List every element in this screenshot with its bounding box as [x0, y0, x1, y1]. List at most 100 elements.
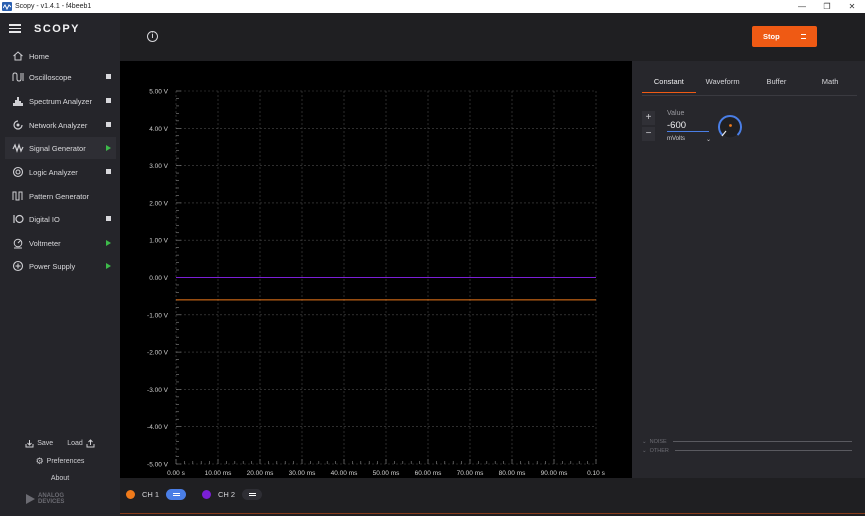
- tab-waveform[interactable]: Waveform: [696, 73, 750, 95]
- channel-2-toggle[interactable]: CH 2: [202, 489, 263, 500]
- save-button[interactable]: Save: [25, 439, 53, 448]
- waveform-tabs: Constant Waveform Buffer Math: [642, 73, 857, 95]
- unit-select[interactable]: mVolts ⌄: [667, 136, 711, 143]
- x-tick-label: 40.00 ms: [331, 470, 358, 477]
- network-icon: [11, 118, 25, 132]
- other-section-toggle[interactable]: ⌄ OTHER: [642, 446, 852, 455]
- oscilloscope-icon: [11, 70, 25, 84]
- save-icon: [25, 440, 34, 448]
- y-tick-label: 5.00 V: [149, 89, 168, 96]
- y-tick-label: 2.00 V: [149, 200, 168, 207]
- sidebar-item-label: Logic Analyzer: [29, 167, 78, 177]
- x-tick-label: 70.00 ms: [457, 470, 484, 477]
- x-tick-label: 90.00 ms: [541, 470, 568, 477]
- run-stop-button[interactable]: Stop: [752, 26, 817, 47]
- sidebar-item-label: Oscilloscope: [29, 72, 72, 82]
- sidebar-item-spectrum-analyzer[interactable]: Spectrum Analyzer: [5, 90, 116, 112]
- sidebar-item-label: Home: [29, 51, 50, 61]
- tab-math[interactable]: Math: [803, 73, 857, 95]
- voltmeter-icon: [11, 236, 25, 250]
- sidebar-item-network-analyzer[interactable]: Network Analyzer: [5, 114, 116, 136]
- x-tick-label: 30.00 ms: [289, 470, 316, 477]
- chevron-down-icon: ⌄: [642, 438, 647, 445]
- logic-icon: [11, 165, 25, 179]
- hamburger-menu-icon[interactable]: [9, 24, 21, 33]
- chevron-down-icon: ⌄: [642, 447, 647, 454]
- y-tick-label: 0.00 V: [149, 275, 168, 282]
- tool-toolbar: i Stop: [120, 13, 865, 61]
- x-tick-label: 0.00 s: [167, 470, 185, 477]
- tool-stopped-indicator: [106, 98, 111, 103]
- channel-2-color-dot: [202, 490, 211, 499]
- channel-1-menu-icon[interactable]: [166, 489, 187, 500]
- load-button[interactable]: Load: [67, 439, 95, 448]
- x-tick-label: 20.00 ms: [247, 470, 274, 477]
- tool-running-indicator: [106, 145, 111, 151]
- sidebar-item-logic-analyzer[interactable]: Logic Analyzer: [5, 161, 116, 183]
- analog-devices-logo: ANALOG DEVICES: [26, 493, 64, 505]
- sidebar-item-pattern-generator[interactable]: Pattern Generator: [5, 185, 116, 207]
- noise-section-toggle[interactable]: ⌄ NOISE: [642, 437, 852, 446]
- x-tick-label: 0.10 s: [587, 470, 605, 477]
- channel-bar-underline: [120, 513, 865, 514]
- x-tick-label: 80.00 ms: [499, 470, 526, 477]
- y-tick-label: 4.00 V: [149, 126, 168, 133]
- sidebar-item-label: Spectrum Analyzer: [29, 96, 92, 106]
- y-tick-label: -1.00 V: [147, 312, 169, 319]
- sidebar-item-label: Pattern Generator: [29, 191, 90, 201]
- sidebar: SCOPY Home Oscilloscope Spectrum Analyze…: [0, 13, 120, 516]
- value-input[interactable]: -600: [667, 120, 709, 132]
- increment-button[interactable]: +: [642, 111, 655, 125]
- y-tick-label: -2.00 V: [147, 350, 169, 357]
- value-label: Value: [667, 110, 685, 117]
- maximize-button[interactable]: ❐: [814, 0, 840, 13]
- sidebar-item-digital-io[interactable]: Digital IO: [5, 208, 116, 230]
- scopy-window: Scopy - v1.4.1 - f4beeb1 — ❐ ✕ SCOPY Hom…: [0, 0, 865, 516]
- decrement-button[interactable]: −: [642, 127, 655, 141]
- channel-settings-panel: Constant Waveform Buffer Math + − Value …: [632, 61, 865, 478]
- tool-stopped-indicator: [106, 122, 111, 127]
- channel-1-toggle[interactable]: CH 1: [126, 489, 187, 500]
- sidebar-item-label: Network Analyzer: [29, 120, 88, 130]
- analog-devices-logo-icon: [26, 494, 35, 504]
- sidebar-item-oscilloscope[interactable]: Oscilloscope: [5, 66, 116, 88]
- y-tick-label: 3.00 V: [149, 163, 168, 170]
- sidebar-item-home[interactable]: Home: [5, 45, 116, 67]
- value-stepper: + −: [642, 111, 655, 143]
- spectrum-icon: [11, 94, 25, 108]
- close-button[interactable]: ✕: [839, 0, 865, 13]
- preferences-button[interactable]: ⚙ Preferences: [0, 456, 120, 467]
- power-supply-icon: [11, 259, 25, 273]
- sidebar-item-signal-generator[interactable]: Signal Generator: [5, 137, 116, 159]
- y-tick-label: 1.00 V: [149, 238, 168, 245]
- sidebar-item-voltmeter[interactable]: Voltmeter: [5, 232, 116, 254]
- sidebar-item-label: Signal Generator: [29, 143, 86, 153]
- sidebar-item-power-supply[interactable]: Power Supply: [5, 255, 116, 277]
- minimize-button[interactable]: —: [789, 0, 815, 13]
- tab-divider: [642, 95, 857, 96]
- tab-constant[interactable]: Constant: [642, 73, 696, 95]
- digital-io-icon: [11, 212, 25, 226]
- channel-2-menu-icon[interactable]: [242, 489, 263, 500]
- tab-buffer[interactable]: Buffer: [750, 73, 804, 95]
- about-button[interactable]: About: [0, 475, 120, 482]
- load-icon: [86, 439, 95, 448]
- value-knob[interactable]: [716, 113, 744, 141]
- x-tick-label: 60.00 ms: [415, 470, 442, 477]
- x-tick-label: 10.00 ms: [205, 470, 232, 477]
- window-title: Scopy - v1.4.1 - f4beeb1: [15, 3, 92, 10]
- save-load-row: Save Load: [0, 439, 120, 448]
- tool-stopped-indicator: [106, 169, 111, 174]
- info-icon[interactable]: i: [147, 31, 158, 42]
- sidebar-item-label: Digital IO: [29, 214, 60, 224]
- sidebar-item-label: Power Supply: [29, 261, 76, 271]
- x-tick-label: 50.00 ms: [373, 470, 400, 477]
- home-icon: [11, 49, 25, 63]
- tool-stopped-indicator: [106, 216, 111, 221]
- y-tick-label: -3.00 V: [147, 387, 169, 394]
- channel-1-color-dot: [126, 490, 135, 499]
- signal-plot[interactable]: 5.00 V 4.00 V 3.00 V 2.00 V 1.00 V 0.00 V -1.0…: [120, 61, 632, 478]
- tool-stopped-indicator: [106, 74, 111, 79]
- signal-generator-icon: [11, 141, 25, 155]
- scopy-app-icon: [2, 2, 12, 11]
